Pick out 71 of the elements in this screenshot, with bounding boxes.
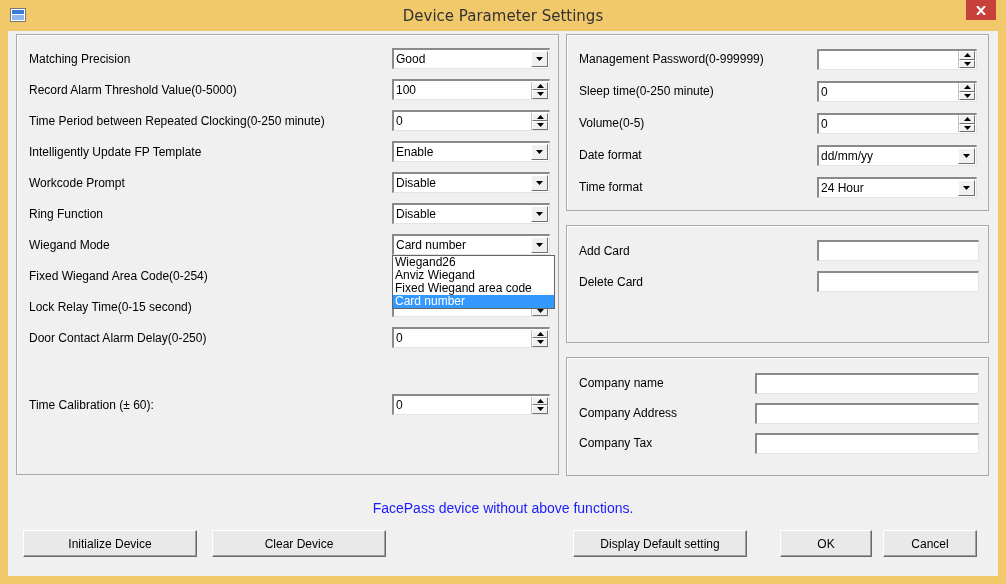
field-label: Ring Function [29, 206, 105, 221]
input-field[interactable] [755, 372, 979, 394]
field-label: Time format [579, 180, 644, 194]
up-arrow-icon [963, 117, 971, 122]
input-field[interactable] [755, 432, 979, 454]
dropdown[interactable]: Disable [392, 203, 550, 224]
field-label: Time Period between Repeated Clocking(0-250 minute) [29, 113, 326, 128]
up-arrow-icon [536, 83, 544, 88]
action-button[interactable]: Display Default setting [573, 530, 747, 557]
close-icon [976, 5, 986, 15]
number-field[interactable]: 0 [392, 394, 550, 415]
up-arrow-icon [963, 85, 971, 90]
down-arrow-icon [963, 61, 971, 66]
field-label: Management Password(0-999999) [579, 52, 765, 66]
dropdown[interactable]: dd/mm/yy [817, 144, 977, 166]
dropdown[interactable]: Good [392, 48, 550, 69]
caret-icon [536, 243, 543, 247]
field-label: Sleep time(0-250 minute) [579, 84, 715, 98]
up-arrow-icon [536, 114, 544, 119]
number-field[interactable] [817, 48, 977, 70]
field-label: Record Alarm Threshold Value(0-5000) [29, 82, 238, 97]
info-message: FacePass device without above functions. [371, 500, 635, 517]
field-label: Company Tax [579, 436, 654, 450]
input-field[interactable] [817, 240, 979, 261]
field-label: Company name [579, 376, 665, 390]
number-field[interactable]: 0 [392, 110, 550, 131]
down-arrow-icon [536, 309, 544, 314]
dropdown[interactable]: Enable [392, 141, 550, 162]
field-label: Matching Precision [29, 51, 132, 66]
caret-icon [536, 212, 543, 216]
number-field[interactable]: 0 [817, 112, 977, 134]
field-label: Time Calibration (± 60): [29, 397, 155, 412]
field-label: Volume(0-5) [579, 116, 646, 130]
input-field[interactable] [817, 271, 979, 292]
caret-icon [963, 185, 970, 190]
number-field[interactable]: 0 [817, 80, 977, 102]
down-arrow-icon [963, 93, 971, 98]
action-button[interactable]: Cancel [883, 530, 977, 557]
field-label: Intelligently Update FP Template [29, 144, 203, 159]
up-arrow-icon [536, 331, 544, 336]
up-arrow-icon [963, 53, 971, 58]
field-label: Lock Relay Time(0-15 second) [29, 299, 193, 314]
number-field[interactable]: 100 [392, 79, 550, 100]
input-field[interactable] [755, 402, 979, 424]
field-label: Date format [579, 148, 643, 162]
window-icon [10, 8, 26, 22]
down-arrow-icon [963, 125, 971, 130]
dropdown[interactable]: Disable [392, 172, 550, 193]
action-button[interactable]: Clear Device [212, 530, 386, 557]
field-label: Door Contact Alarm Delay(0-250) [29, 330, 208, 345]
field-label: Workcode Prompt [29, 175, 126, 190]
caret-icon [536, 181, 543, 185]
down-arrow-icon [536, 407, 544, 412]
caret-icon [536, 57, 543, 61]
window-title: Device Parameter Settings [402, 6, 604, 25]
close-button[interactable] [966, 0, 996, 20]
action-button[interactable]: Initialize Device [23, 530, 197, 557]
field-label: Add Card [579, 243, 631, 258]
down-arrow-icon [536, 92, 544, 97]
down-arrow-icon [536, 340, 544, 345]
field-label: Fixed Wiegand Area Code(0-254) [29, 268, 209, 283]
down-arrow-icon [536, 123, 544, 128]
field-label: Delete Card [579, 274, 645, 289]
field-label: Company Address [579, 406, 679, 420]
field-label: Wiegand Mode [29, 237, 111, 252]
caret-icon [536, 150, 543, 154]
action-button[interactable]: OK [780, 530, 872, 557]
number-field[interactable]: 0 [392, 327, 550, 348]
up-arrow-icon [536, 398, 544, 403]
caret-icon [963, 153, 970, 158]
dropdown[interactable]: 24 Hour [817, 176, 977, 198]
